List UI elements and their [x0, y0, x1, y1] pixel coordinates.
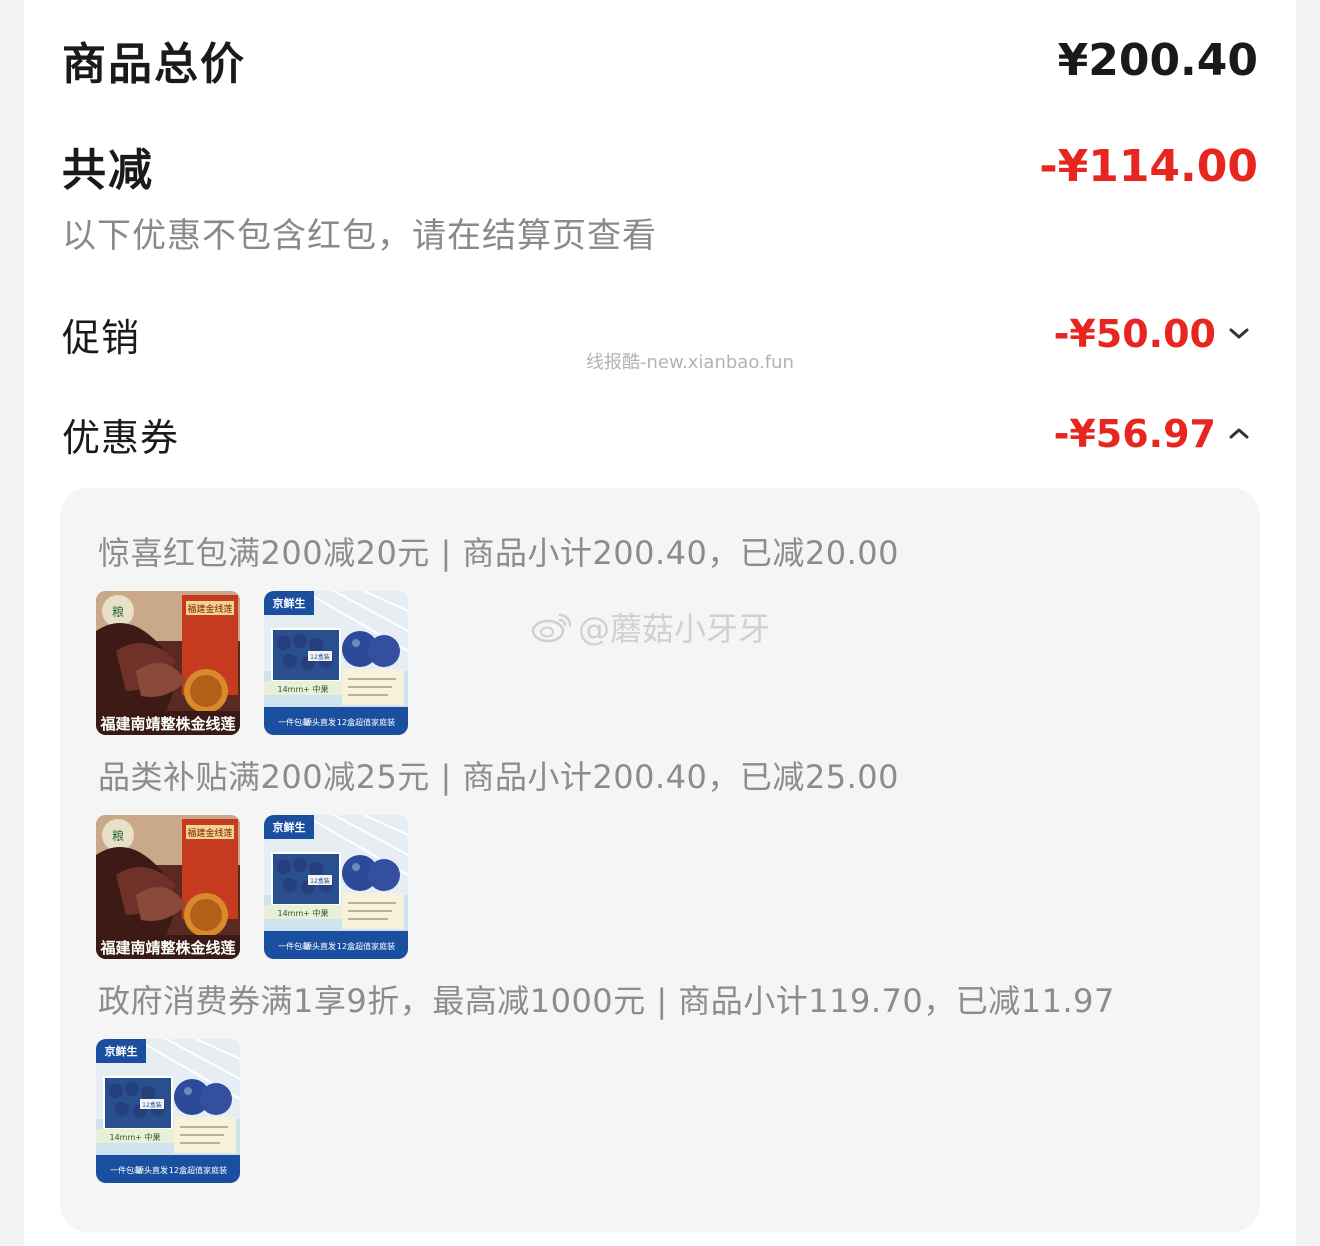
blueberry-product-image: 京鲜生 12盒装 14mm+ 中果 一件包邮 源头直发 12盒超值家庭装 [264, 591, 408, 735]
product-thumb-blueberry[interactable]: 京鲜生 12盒装 14mm+ 中果 一件包邮 源头直发 12盒超值家庭装 [264, 591, 408, 735]
product-thumb-lotus[interactable]: 福建金线莲 粮 福建南靖整株金线莲 [96, 591, 240, 735]
coupon-row[interactable]: 优惠券 -¥56.97 [62, 404, 1258, 464]
blueberry-brand: 京鲜生 [105, 1044, 138, 1058]
promotion-value: -¥50.00 [1053, 312, 1216, 356]
discount-note: 以下优惠不包含红包，请在结算页查看 [62, 216, 657, 256]
coupon-label: 优惠券 [62, 415, 180, 460]
coupon-detail-panel: 惊喜红包满200减20元 | 商品小计200.40，已减20.00 福建金线莲 … [60, 488, 1260, 1232]
blueberry-direct: 源头直发 [136, 1165, 168, 1175]
blueberry-product-image: 京鲜生 12盒装 14mm+ 中果 一件包邮 源头直发 12盒超值家庭装 [96, 1039, 240, 1183]
lotus-box-label: 福建金线莲 [187, 827, 232, 839]
lotus-brand-logo: 粮 [112, 828, 124, 843]
blueberry-box-tag: 12盒装 [310, 653, 330, 661]
total-price-label: 商品总价 [62, 39, 246, 90]
lotus-product-image: 福建金线莲 粮 福建南靖整株金线莲 [96, 591, 240, 735]
blueberry-size: 14mm+ 中果 [277, 684, 328, 694]
lotus-product-image: 福建金线莲 粮 福建南靖整株金线莲 [96, 815, 240, 959]
product-thumbnails: 京鲜生 12盒装 14mm+ 中果 一件包邮 源头直发 12盒超值家庭装 [96, 1039, 240, 1183]
lotus-brand-logo: 粮 [112, 604, 124, 619]
blueberry-brand: 京鲜生 [273, 596, 306, 610]
product-thumb-blueberry[interactable]: 京鲜生 12盒装 14mm+ 中果 一件包邮 源头直发 12盒超值家庭装 [96, 1039, 240, 1183]
product-thumbnails: 福建金线莲 粮 福建南靖整株金线莲 京鲜生 12盒装 14mm+ 中果 一件包邮 [96, 591, 408, 735]
blueberry-slogan: 12盒超值家庭装 [169, 1165, 227, 1175]
blueberry-box-tag: 12盒装 [142, 1101, 162, 1109]
coupon-value: -¥56.97 [1053, 412, 1216, 456]
chevron-down-icon[interactable] [1220, 315, 1258, 353]
blueberry-slogan: 12盒超值家庭装 [337, 717, 395, 727]
weibo-icon [531, 613, 572, 643]
blueberry-product-image: 京鲜生 12盒装 14mm+ 中果 一件包邮 源头直发 12盒超值家庭装 [264, 815, 408, 959]
blueberry-size: 14mm+ 中果 [277, 908, 328, 918]
coupon-rule: 政府消费券满1享9折，最高减1000元 | 商品小计119.70，已减11.97 [98, 982, 1115, 1020]
blueberry-box-tag: 12盒装 [310, 877, 330, 885]
total-price-value: ¥200.40 [1057, 34, 1258, 86]
product-thumb-lotus[interactable]: 福建金线莲 粮 福建南靖整株金线莲 [96, 815, 240, 959]
coupon-rule: 品类补贴满200减25元 | 商品小计200.40，已减25.00 [98, 758, 900, 796]
blueberry-size: 14mm+ 中果 [109, 1132, 160, 1142]
lotus-caption: 福建南靖整株金线莲 [99, 715, 235, 733]
total-discount-value: -¥114.00 [1039, 140, 1258, 192]
lotus-box-label: 福建金线莲 [187, 603, 232, 615]
promotion-label: 促销 [62, 315, 141, 360]
total-discount-label: 共减 [62, 145, 154, 196]
site-watermark: 线报酷-new.xianbao.fun [586, 352, 794, 373]
user-watermark: @蘑菇小牙牙 [530, 604, 770, 650]
total-price-row: 商品总价 ¥200.40 [62, 28, 1258, 92]
coupon-rule: 惊喜红包满200减20元 | 商品小计200.40，已减20.00 [98, 534, 900, 572]
user-watermark-text: @蘑菇小牙牙 [578, 610, 771, 648]
product-thumbnails: 福建金线莲 粮 福建南靖整株金线莲 京鲜生 12盒装 14mm+ 中果 一件包邮 [96, 815, 408, 959]
blueberry-direct: 源头直发 [304, 941, 336, 951]
blueberry-direct: 源头直发 [304, 717, 336, 727]
product-thumb-blueberry[interactable]: 京鲜生 12盒装 14mm+ 中果 一件包邮 源头直发 12盒超值家庭装 [264, 815, 408, 959]
blueberry-slogan: 12盒超值家庭装 [337, 941, 395, 951]
blueberry-brand: 京鲜生 [273, 820, 306, 834]
chevron-up-icon[interactable] [1220, 415, 1258, 453]
total-discount-row: 共减 -¥114.00 [62, 134, 1258, 198]
lotus-caption: 福建南靖整株金线莲 [99, 939, 235, 957]
